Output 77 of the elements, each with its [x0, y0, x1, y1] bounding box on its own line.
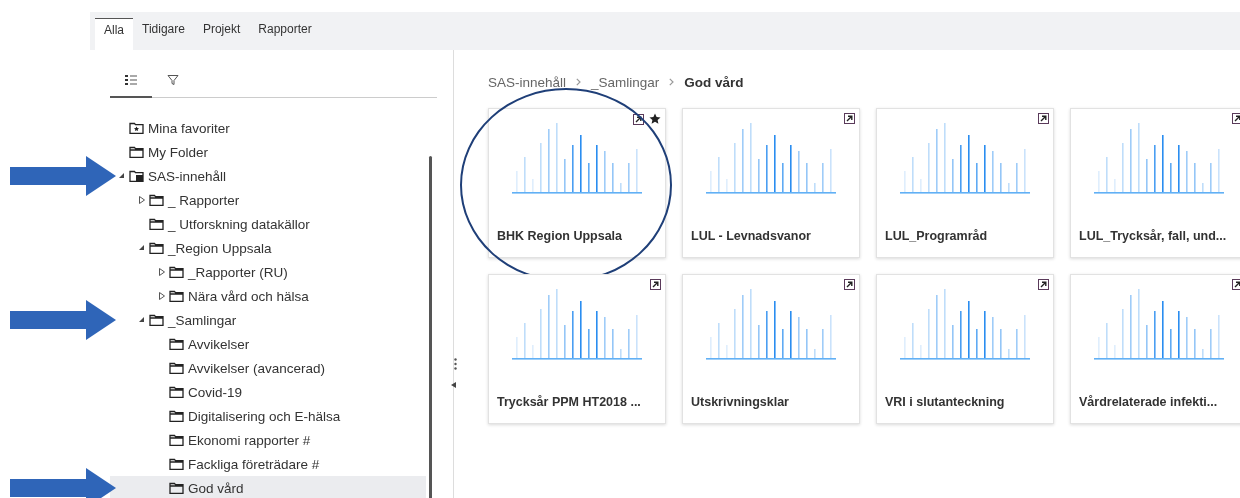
collapse-icon[interactable] [139, 245, 145, 251]
tree-item[interactable]: Fackliga företrädare # [110, 452, 426, 476]
report-title: VRI i slutanteckning [884, 395, 1006, 409]
folder-stack-icon [129, 170, 144, 182]
scrollbar[interactable] [429, 156, 432, 498]
report-title: LUL_Trycksår, fall, und... [1078, 229, 1228, 243]
report-title: Utskrivningsklar [690, 395, 790, 409]
chevron-icon [576, 78, 582, 86]
folder-icon [149, 194, 164, 206]
tree-item[interactable]: SAS-innehåll [110, 164, 426, 188]
report-card[interactable]: LUL_Programråd [876, 108, 1054, 258]
shortcut-icon [1038, 113, 1049, 124]
collapse-icon[interactable] [119, 173, 125, 179]
collapse-pane-icon[interactable] [450, 382, 456, 388]
shortcut-icon [1232, 279, 1240, 290]
folder-icon [169, 410, 184, 422]
tree-item[interactable]: _Rapporter (RU) [110, 260, 426, 284]
tree-item[interactable]: God vård [110, 476, 426, 498]
filter-icon [167, 74, 179, 86]
report-title: BHK Region Uppsala [496, 229, 623, 243]
tab[interactable]: Rapporter [249, 18, 321, 50]
tree-item[interactable]: Nära vård och hälsa [110, 284, 426, 308]
shortcut-icon [650, 279, 661, 290]
breadcrumb-item[interactable]: _Samlingar [591, 74, 660, 90]
report-title: LUL - Levnadsvanor [690, 229, 812, 243]
folder-icon [169, 338, 184, 350]
folder-icon [169, 266, 184, 278]
tree-item[interactable]: _ Utforskning datakällor [110, 212, 426, 236]
shortcut-icon [844, 279, 855, 290]
report-title: LUL_Programråd [884, 229, 989, 243]
expand-icon[interactable] [159, 292, 165, 300]
shortcut-icon [633, 113, 644, 125]
folder-icon [169, 362, 184, 374]
folder-icon [169, 458, 184, 470]
expand-icon[interactable] [159, 268, 165, 276]
tab[interactable]: Projekt [193, 18, 250, 50]
tree-item[interactable]: Digitalisering och E-hälsa [110, 404, 426, 428]
report-card[interactable]: LUL - Levnadsvanor [682, 108, 860, 258]
breadcrumb-item: God vård [684, 74, 744, 90]
tree-item[interactable]: _Samlingar [110, 308, 426, 332]
expand-icon[interactable] [139, 196, 145, 204]
tree-item[interactable]: Avvikelser (avancerad) [110, 356, 426, 380]
tree-item[interactable]: Mina favoriter [110, 116, 426, 140]
tree-item[interactable]: Covid-19 [110, 380, 426, 404]
folder-icon [149, 242, 164, 254]
tree-item[interactable]: _Region Uppsala [110, 236, 426, 260]
shortcut-icon [1232, 113, 1240, 124]
report-card[interactable]: Trycksår PPM HT2018 ... [488, 274, 666, 424]
shortcut-icon [1038, 279, 1049, 290]
breadcrumb-item[interactable]: SAS-innehåll [488, 74, 567, 90]
splitter-handle-icon[interactable] [453, 358, 457, 370]
folder-icon [169, 434, 184, 446]
folder-icon [169, 482, 184, 494]
report-card[interactable]: Utskrivningsklar [682, 274, 860, 424]
tree-item[interactable]: My Folder [110, 140, 426, 164]
list-icon [125, 75, 137, 85]
tree-item[interactable]: _ Rapporter [110, 188, 426, 212]
report-card[interactable]: BHK Region Uppsala [488, 108, 666, 258]
folder-icon [169, 290, 184, 302]
report-title: Trycksår PPM HT2018 ... [496, 395, 642, 409]
star-folder-icon [129, 122, 144, 134]
folder-icon [129, 146, 144, 158]
report-title: Vårdrelaterade infekti... [1078, 395, 1219, 409]
chevron-icon [669, 78, 675, 86]
report-card[interactable]: VRI i slutanteckning [876, 274, 1054, 424]
folder-icon [149, 314, 164, 326]
star-icon[interactable] [649, 113, 661, 125]
collapse-icon[interactable] [139, 317, 145, 323]
report-card[interactable]: Vårdrelaterade infekti... [1070, 274, 1240, 424]
tab[interactable]: Alla [95, 18, 133, 50]
shortcut-icon [844, 113, 855, 124]
tree-item[interactable]: Avvikelser [110, 332, 426, 356]
tab[interactable]: Tidigare [133, 18, 194, 50]
report-card[interactable]: LUL_Trycksår, fall, und... [1070, 108, 1240, 258]
tree-item[interactable]: Ekonomi rapporter # [110, 428, 426, 452]
folder-icon [169, 386, 184, 398]
folder-icon [149, 218, 164, 230]
